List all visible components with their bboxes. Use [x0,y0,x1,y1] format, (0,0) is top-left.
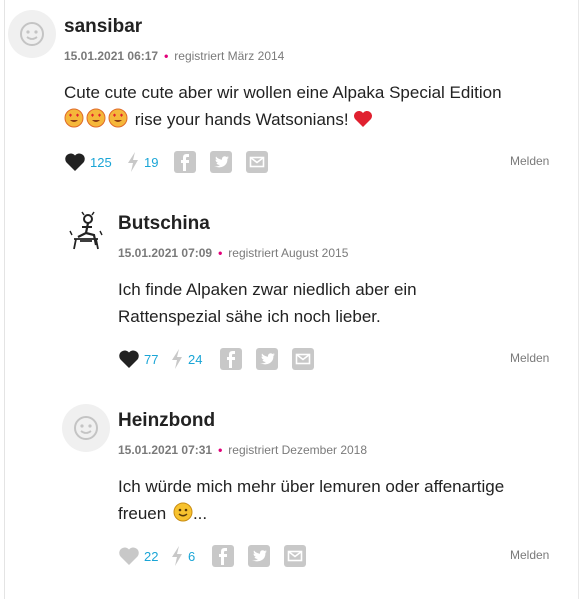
heart-eyes-emoji-icon [64,108,84,136]
mail-icon [246,151,268,173]
comment-text-line: Ich finde Alpaken zwar niedlich aber ein [118,280,417,299]
comment-meta: 15.01.2021 06:17 • registriert März 2014 [64,48,284,64]
heart-icon [119,547,139,565]
comment-text: Ich finde Alpaken zwar niedlich aber ein… [118,276,558,330]
comment-text-ellipsis: ... [192,504,208,523]
avatar-placeholder-icon [20,22,44,46]
share-mail-button[interactable] [284,544,306,568]
flash-count: 24 [188,351,203,367]
smiley-emoji-icon [173,502,193,530]
share-facebook-button[interactable] [212,544,234,568]
avatar-drawing-icon [69,211,103,250]
like-count: 125 [90,154,112,170]
comment-text-line: Ich würde mich mehr über lemuren oder af… [118,477,505,496]
column-border [578,0,579,599]
flash-icon [172,349,182,369]
registration-date: registriert Dezember 2018 [228,443,368,457]
red-heart-emoji-icon [353,109,373,136]
avatar[interactable] [62,404,110,452]
meta-separator: • [218,443,223,457]
facebook-icon [174,151,196,173]
share-facebook-button[interactable] [220,347,242,371]
comment-actions: 125 19 [64,150,564,174]
comment-text-line-2: freuen ... [118,500,558,530]
registration-date: registriert August 2015 [228,246,349,260]
thread-line [4,0,5,599]
comment-meta: 15.01.2021 07:09 • registriert August 2015 [118,245,348,261]
username[interactable]: sansibar [64,16,142,38]
comment-date: 15.01.2021 07:31 [118,443,213,457]
flash-icon [172,546,182,566]
comment-meta: 15.01.2021 07:31 • registriert Dezember 20… [118,442,367,458]
comment-text: Ich würde mich mehr über lemuren oder af… [118,473,558,530]
heart-icon [65,153,85,171]
username[interactable]: Butschina [118,213,210,235]
comment-text-line-2: Rattenspezial sähe ich noch lieber. [118,307,381,326]
flash-button[interactable]: 6 [170,544,195,568]
comment-date: 15.01.2021 06:17 [64,49,159,63]
comment-text-tail: freuen [118,504,167,523]
username[interactable]: Heinzbond [118,410,215,432]
heart-eyes-emoji-icon [108,108,128,136]
flash-button[interactable]: 19 [126,150,158,174]
comment-actions: 22 6 [118,544,558,568]
like-button[interactable]: 77 [118,347,158,371]
meta-separator: • [218,246,223,260]
twitter-icon [248,545,270,567]
avatar-placeholder-icon [74,416,98,440]
comment-date: 15.01.2021 07:09 [118,246,213,260]
like-button[interactable]: 22 [118,544,158,568]
share-mail-button[interactable] [246,150,268,174]
comment-text: Cute cute cute aber wir wollen eine Alpa… [64,79,564,136]
avatar[interactable] [62,207,110,255]
mail-icon [292,348,314,370]
flash-button[interactable]: 24 [170,347,202,371]
twitter-icon [210,151,232,173]
share-twitter-button[interactable] [248,544,270,568]
avatar[interactable] [8,10,56,58]
facebook-icon [212,545,234,567]
comment-text-line-2: rise your hands Watsonians! [64,106,564,136]
meta-separator: • [164,49,169,63]
report-link[interactable]: Melden [510,351,549,365]
comment-thread: sansibar 15.01.2021 06:17 • registriert Mä… [0,0,582,599]
facebook-icon [220,348,242,370]
like-count: 22 [144,548,159,564]
registration-date: registriert März 2014 [174,49,285,63]
share-mail-button[interactable] [292,347,314,371]
like-count: 77 [144,351,159,367]
twitter-icon [256,348,278,370]
heart-eyes-emoji-icon [86,108,106,136]
report-link[interactable]: Melden [510,548,549,562]
mail-icon [284,545,306,567]
comment-text-tail: rise your hands Watsonians! [134,110,349,129]
heart-icon [119,350,139,368]
report-link[interactable]: Melden [510,154,549,168]
share-twitter-button[interactable] [256,347,278,371]
flash-count: 6 [188,548,196,564]
flash-count: 19 [144,154,159,170]
share-facebook-button[interactable] [174,150,196,174]
comment-actions: 77 24 [118,347,558,371]
comment-text-line: Cute cute cute aber wir wollen eine Alpa… [64,83,502,102]
share-twitter-button[interactable] [210,150,232,174]
like-button[interactable]: 125 [64,150,112,174]
flash-icon [128,152,138,172]
